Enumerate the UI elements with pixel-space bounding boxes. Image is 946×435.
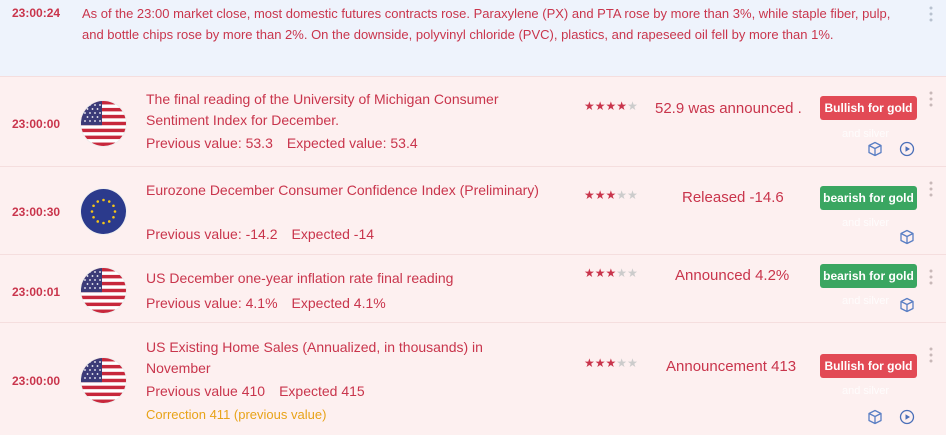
event-time: 23:00:00 bbox=[12, 117, 61, 131]
cube-icon[interactable] bbox=[867, 141, 883, 157]
star-icon: ★ bbox=[627, 188, 638, 202]
expected-value: Expected -14 bbox=[291, 226, 375, 242]
actual-value: Announcement 413 bbox=[666, 358, 797, 375]
impact-badge-sub: and silver bbox=[842, 385, 890, 397]
star-icon: ★ bbox=[594, 188, 606, 202]
event-row[interactable]: 23:00:00 The final reading of the Univer… bbox=[0, 76, 946, 166]
us-flag-icon bbox=[81, 268, 126, 313]
event-row[interactable]: 23:00:30 Eurozone December Consumer Conf… bbox=[0, 166, 946, 254]
play-circle-icon[interactable] bbox=[899, 141, 915, 157]
importance-stars: ★★★★★ bbox=[584, 266, 638, 280]
event-row[interactable]: 23:00:00 US Existing Home Sales (Annuali… bbox=[0, 322, 946, 435]
star-icon: ★ bbox=[584, 188, 595, 202]
cube-icon[interactable] bbox=[867, 409, 883, 425]
play-circle-icon[interactable] bbox=[899, 409, 915, 425]
previous-value: Previous value 410 bbox=[146, 383, 266, 399]
eu-flag-icon bbox=[81, 189, 126, 234]
star-icon: ★ bbox=[605, 188, 617, 202]
cube-icon[interactable] bbox=[899, 229, 915, 245]
star-icon: ★ bbox=[616, 188, 628, 202]
importance-stars: ★★★★★ bbox=[584, 356, 638, 370]
event-values: Previous value 410 Expected 415 bbox=[146, 383, 365, 399]
actual-value: Announced 4.2% bbox=[675, 267, 790, 284]
star-icon: ★ bbox=[627, 266, 638, 280]
star-icon: ★ bbox=[605, 266, 617, 280]
event-row[interactable]: 23:00:01 US December one-year inflation … bbox=[0, 254, 946, 322]
impact-badge-sub: and silver bbox=[842, 295, 890, 307]
event-values: Previous value: 4.1% Expected 4.1% bbox=[146, 295, 386, 311]
impact-badge-sub: and silver bbox=[842, 128, 890, 140]
star-icon: ★ bbox=[594, 266, 606, 280]
actual-value: 52.9 was announced . bbox=[655, 100, 802, 117]
star-icon: ★ bbox=[584, 356, 595, 370]
importance-stars: ★★★★★ bbox=[584, 188, 638, 202]
star-icon: ★ bbox=[616, 356, 628, 370]
news-flash: 23:00:24 As of the 23:00 market close, m… bbox=[0, 0, 946, 76]
news-time: 23:00:24 bbox=[12, 6, 61, 20]
impact-badge: bearish for gold bbox=[820, 186, 917, 210]
event-title[interactable]: Eurozone December Consumer Confidence In… bbox=[146, 180, 556, 201]
us-flag-icon bbox=[81, 101, 126, 146]
event-title[interactable]: US Existing Home Sales (Annualized, in t… bbox=[146, 337, 516, 379]
impact-badge: Bullish for gold bbox=[820, 354, 917, 378]
star-icon: ★ bbox=[594, 99, 606, 113]
star-icon: ★ bbox=[616, 266, 628, 280]
actual-value: Released -14.6 bbox=[682, 189, 784, 206]
star-icon: ★ bbox=[584, 266, 595, 280]
star-icon: ★ bbox=[627, 99, 638, 113]
expected-value: Expected value: 53.4 bbox=[286, 135, 418, 151]
impact-badge-sub: and silver bbox=[842, 217, 890, 229]
more-vertical-icon[interactable] bbox=[926, 6, 936, 22]
event-values: Previous value: 53.3 Expected value: 53.4 bbox=[146, 135, 418, 151]
previous-value: Previous value: 4.1% bbox=[146, 295, 278, 311]
event-title[interactable]: US December one-year inflation rate fina… bbox=[146, 268, 556, 289]
event-values: Previous value: -14.2 Expected -14 bbox=[146, 226, 374, 242]
us-flag-icon bbox=[81, 358, 126, 403]
star-icon: ★ bbox=[605, 356, 617, 370]
news-text: As of the 23:00 market close, most domes… bbox=[82, 6, 891, 42]
impact-badge: bearish for gold bbox=[820, 264, 917, 288]
expected-value: Expected 4.1% bbox=[291, 295, 386, 311]
star-icon: ★ bbox=[616, 99, 628, 113]
more-vertical-icon[interactable] bbox=[926, 347, 936, 363]
event-title[interactable]: The final reading of the University of M… bbox=[146, 89, 556, 131]
event-time: 23:00:30 bbox=[12, 205, 61, 219]
star-icon: ★ bbox=[627, 356, 638, 370]
star-icon: ★ bbox=[605, 99, 617, 113]
event-time: 23:00:01 bbox=[12, 285, 61, 299]
star-icon: ★ bbox=[584, 99, 595, 113]
correction-note: Correction 411 (previous value) bbox=[146, 407, 327, 422]
previous-value: Previous value: 53.3 bbox=[146, 135, 273, 151]
more-vertical-icon[interactable] bbox=[926, 269, 936, 285]
importance-stars: ★★★★★ bbox=[584, 99, 638, 113]
more-vertical-icon[interactable] bbox=[926, 181, 936, 197]
more-vertical-icon[interactable] bbox=[926, 91, 936, 107]
expected-value: Expected 415 bbox=[279, 383, 365, 399]
impact-badge: Bullish for gold bbox=[820, 96, 917, 120]
previous-value: Previous value: -14.2 bbox=[146, 226, 278, 242]
event-time: 23:00:00 bbox=[12, 374, 61, 388]
star-icon: ★ bbox=[594, 356, 606, 370]
cube-icon[interactable] bbox=[899, 297, 915, 313]
